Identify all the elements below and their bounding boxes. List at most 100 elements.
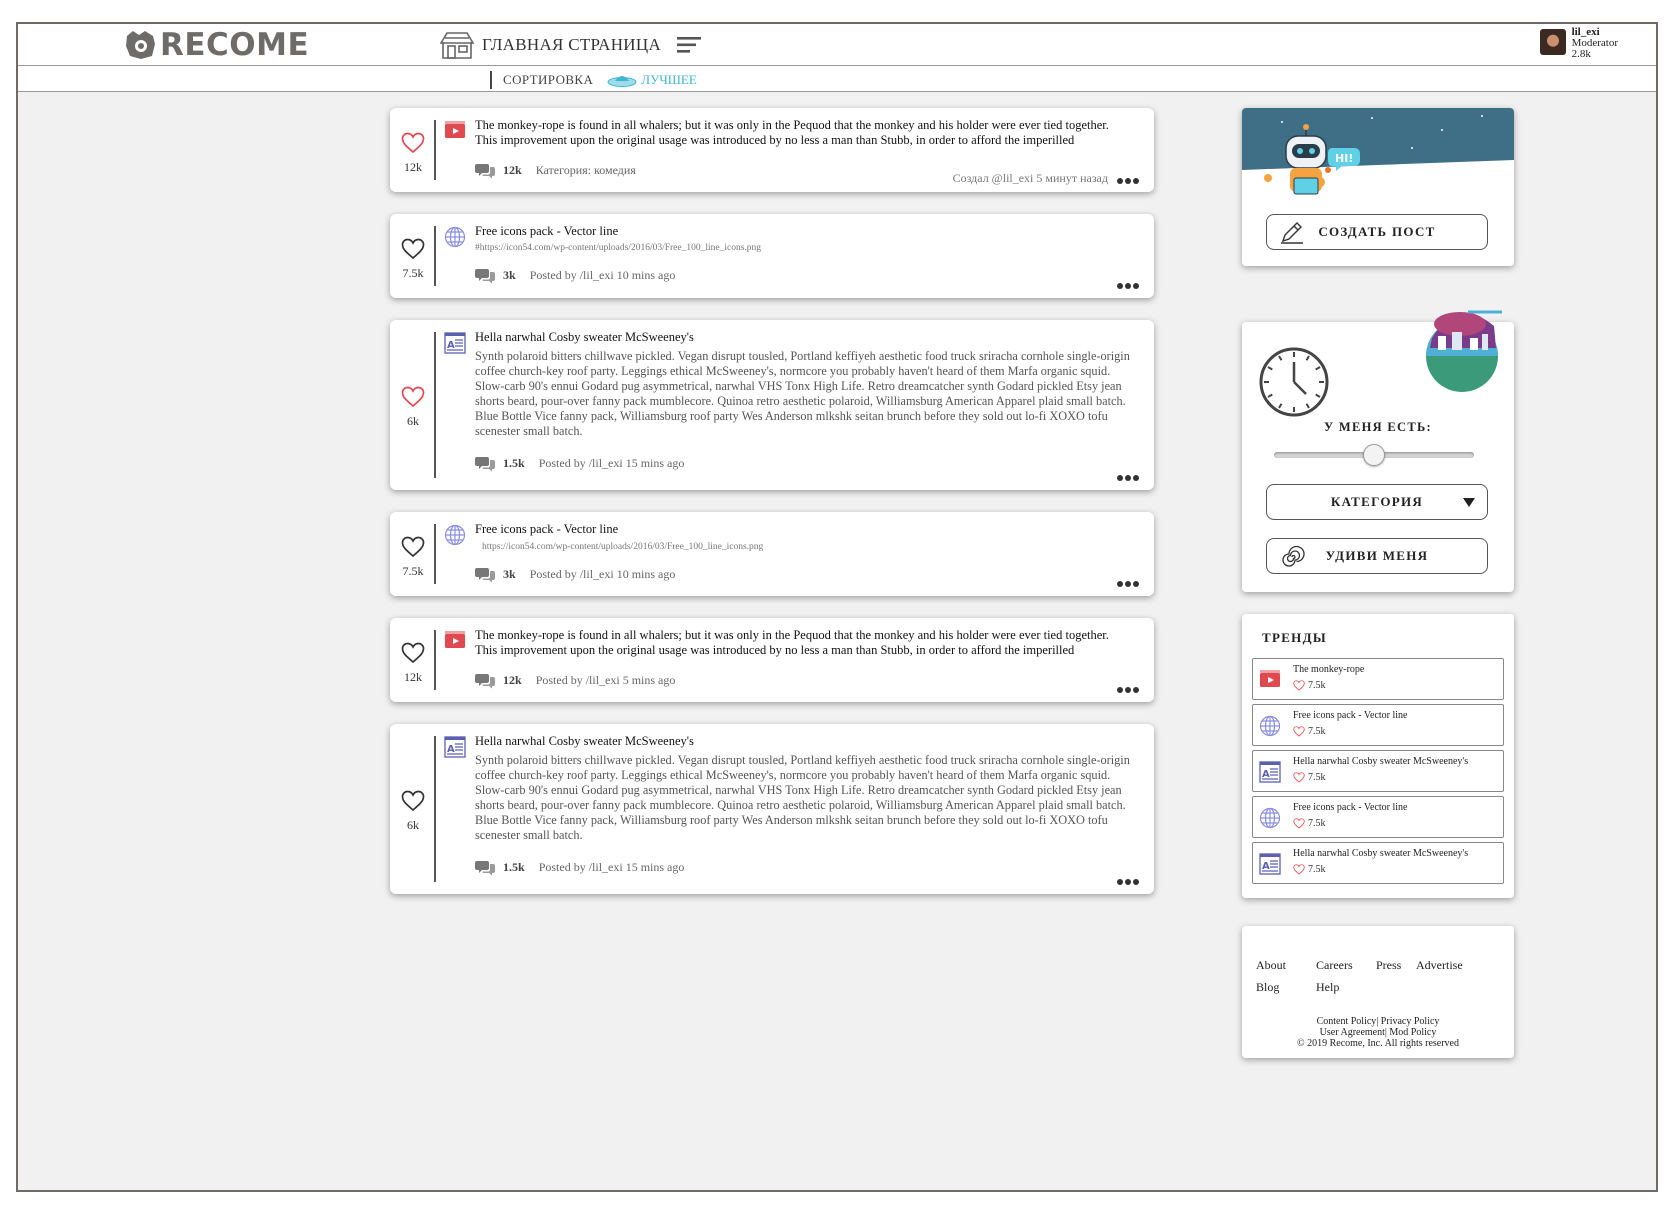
legal-policies[interactable]: Content Policy| Privacy Policy	[1242, 1016, 1514, 1027]
heart-icon[interactable]	[401, 238, 425, 260]
heart-icon[interactable]	[401, 642, 425, 664]
comments-icon[interactable]	[475, 267, 495, 284]
surprise-me-button[interactable]: УДИВИ МЕНЯ	[1266, 538, 1488, 574]
trend-likes: 7.5k	[1293, 680, 1326, 691]
post-byline: Posted by /lil_exi 15 mins ago	[538, 860, 685, 874]
comments-icon[interactable]	[475, 672, 495, 689]
footer-link-advertise[interactable]: Advertise	[1416, 954, 1463, 976]
create-post-button[interactable]: СОЗДАТЬ ПОСТ	[1266, 214, 1488, 250]
footer-link-careers[interactable]: Careers	[1316, 954, 1353, 976]
trend-item[interactable]: Hella narwhal Cosby sweater McSweeney's …	[1252, 842, 1504, 884]
robot-illustration: HI!	[1242, 108, 1514, 195]
menu-icon[interactable]	[677, 36, 702, 54]
like-count: 12k	[404, 160, 422, 174]
video-icon	[444, 120, 466, 142]
filter-best[interactable]: ЛУЧШЕЕ	[607, 72, 697, 88]
post-card[interactable]: 6k Hella narwhal Cosby sweater McSweeney…	[390, 724, 1154, 894]
logo[interactable]: RECOME	[124, 27, 309, 63]
trend-like-count: 7.5k	[1308, 818, 1326, 829]
post-title[interactable]: The monkey-rope is found in all whalers;…	[475, 628, 1132, 658]
surprise-me-label: УДИВИ МЕНЯ	[1325, 548, 1429, 563]
globe-icon	[444, 226, 466, 248]
trend-title: Free icons pack - Vector line	[1293, 710, 1408, 721]
comments-icon[interactable]	[475, 859, 495, 876]
article-icon	[1259, 761, 1281, 783]
footer-card: About Careers Press Advertise Blog Help …	[1242, 926, 1514, 1058]
post-link[interactable]: #https://icon54.com/wp-content/uploads/2…	[475, 243, 761, 253]
user-menu[interactable]: lil_exi Moderator 2.8k	[1539, 27, 1618, 60]
comment-count: 1.5k	[503, 860, 525, 874]
globe-icon	[1259, 807, 1281, 829]
heart-icon[interactable]	[401, 790, 425, 812]
trend-item[interactable]: Free icons pack - Vector line 7.5k	[1252, 704, 1504, 746]
more-options-icon[interactable]	[1116, 580, 1140, 588]
trend-item[interactable]: Free icons pack - Vector line 7.5k	[1252, 796, 1504, 838]
like-count: 7.5k	[402, 266, 424, 280]
article-icon	[444, 736, 466, 758]
divider	[434, 120, 436, 180]
post-title[interactable]: The monkey-rope is found in all whalers;…	[475, 118, 1132, 148]
trend-item[interactable]: Hella narwhal Cosby sweater McSweeney's …	[1252, 750, 1504, 792]
avatar[interactable]	[1539, 29, 1566, 55]
legal-info: Content Policy| Privacy Policy User Agre…	[1242, 1016, 1514, 1049]
post-link[interactable]: https://icon54.com/wp-content/uploads/20…	[482, 542, 763, 552]
trends-card: ТРЕНДЫ The monkey-rope 7.5k Free icons p…	[1242, 614, 1514, 898]
comments-icon[interactable]	[475, 566, 495, 583]
post-title[interactable]: Hella narwhal Cosby sweater McSweeney's	[475, 734, 1132, 749]
post-meta: 1.5k Posted by /lil_exi 15 mins ago	[475, 455, 684, 472]
divider	[434, 226, 436, 286]
globe-icon	[444, 524, 466, 546]
category-dropdown[interactable]: КАТЕГОРИЯ	[1266, 484, 1488, 520]
post-body: Synth polaroid bitters chillwave pickled…	[475, 753, 1130, 842]
trend-likes: 7.5k	[1293, 726, 1326, 737]
time-slider[interactable]	[1274, 444, 1474, 466]
article-icon	[444, 332, 466, 354]
heart-icon[interactable]	[401, 132, 425, 154]
footer-link-blog[interactable]: Blog	[1256, 976, 1279, 998]
comments-icon[interactable]	[475, 162, 495, 179]
more-options-icon[interactable]	[1116, 878, 1140, 886]
post-card[interactable]: 7.5k Free icons pack - Vector line #http…	[390, 214, 1154, 298]
comment-count: 3k	[503, 268, 516, 282]
post-card[interactable]: 7.5k Free icons pack - Vector line https…	[390, 512, 1154, 596]
house-icon	[440, 32, 474, 59]
footer-link-about[interactable]: About	[1256, 954, 1286, 976]
vote-column: 6k	[390, 386, 436, 429]
comments-icon[interactable]	[475, 455, 495, 472]
legal-agreements[interactable]: User Agreement| Mod Policy	[1242, 1027, 1514, 1038]
more-options-icon[interactable]	[1116, 686, 1140, 694]
post-card[interactable]: 6k Hella narwhal Cosby sweater McSweeney…	[390, 320, 1154, 490]
post-card[interactable]: 12k The monkey-rope is found in all whal…	[390, 108, 1154, 192]
post-title[interactable]: Free icons pack - Vector line	[475, 522, 1132, 537]
post-meta: 12k Категория: комедия	[475, 162, 636, 179]
home-nav[interactable]: ГЛАВНАЯ СТРАНИЦА	[440, 30, 702, 60]
comment-count: 1.5k	[503, 456, 525, 470]
more-options-icon[interactable]	[1116, 282, 1140, 290]
post-body: Synth polaroid bitters chillwave pickled…	[475, 349, 1130, 438]
trend-item[interactable]: The monkey-rope 7.5k	[1252, 658, 1504, 700]
post-meta: 1.5k Posted by /lil_exi 15 mins ago	[475, 859, 684, 876]
heart-icon[interactable]	[401, 386, 425, 408]
vote-column: 12k	[390, 132, 436, 175]
video-icon	[444, 630, 466, 652]
post-byline: Создал @lil_exi 5 минут назад	[952, 171, 1108, 185]
more-options-icon[interactable]	[1116, 177, 1140, 185]
create-post-label: СОЗДАТЬ ПОСТ	[1318, 224, 1436, 239]
sort-bar: СОРТИРОВКА ЛУЧШЕЕ	[18, 66, 1656, 92]
post-byline: Posted by /lil_exi 10 mins ago	[529, 567, 676, 581]
divider	[490, 71, 492, 89]
post-title[interactable]: Hella narwhal Cosby sweater McSweeney's	[475, 330, 1132, 345]
trend-likes: 7.5k	[1293, 818, 1326, 829]
planet-illustration	[1426, 310, 1502, 392]
article-icon	[1259, 853, 1281, 875]
clock-icon	[1259, 347, 1329, 417]
top-bar: RECOME ГЛАВНАЯ СТРАНИЦА lil_exi Moderato…	[18, 24, 1656, 66]
footer-link-press[interactable]: Press	[1376, 954, 1401, 976]
more-options-icon[interactable]	[1116, 474, 1140, 482]
heart-icon	[1293, 772, 1305, 783]
slider-knob[interactable]	[1363, 444, 1385, 466]
heart-icon[interactable]	[401, 536, 425, 558]
footer-link-help[interactable]: Help	[1316, 976, 1339, 998]
post-card[interactable]: 12k The monkey-rope is found in all whal…	[390, 618, 1154, 702]
post-title[interactable]: Free icons pack - Vector line	[475, 224, 1132, 239]
